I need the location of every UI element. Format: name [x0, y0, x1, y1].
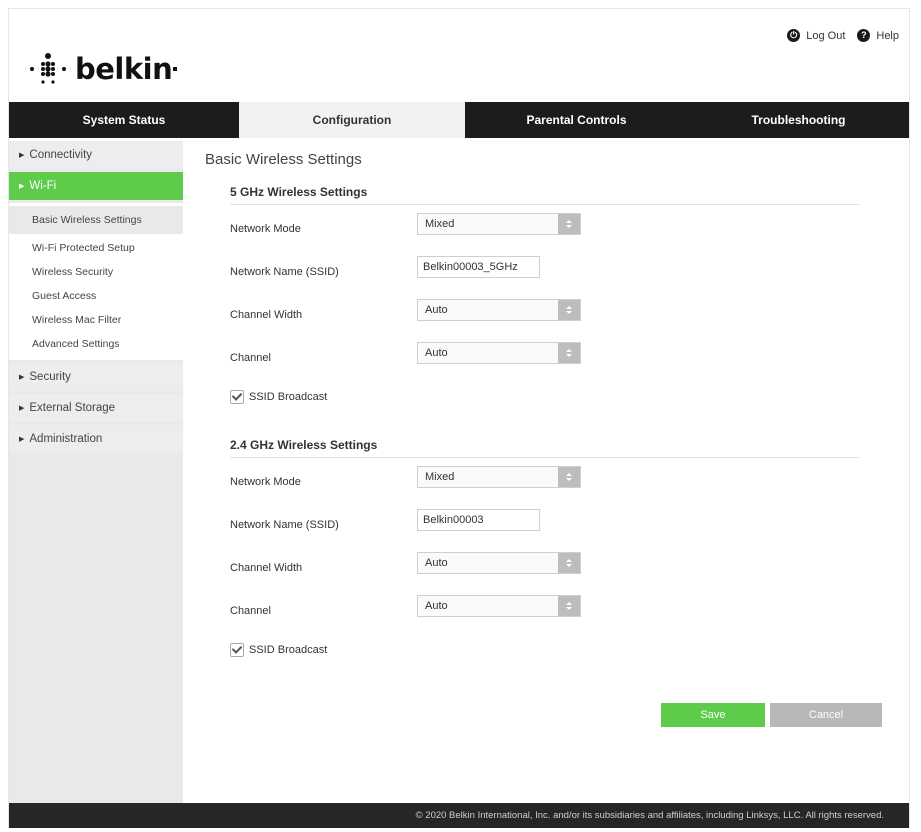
logo-dot [173, 67, 178, 71]
5ghz-ssid-input[interactable] [417, 256, 540, 278]
logout-label: Log Out [806, 29, 846, 42]
channel-width-label: Channel Width [230, 309, 303, 321]
sidebar-item-external-storage[interactable]: ▶ External Storage [9, 394, 183, 422]
sidebar-subitem-basic-wireless-settings[interactable]: Basic Wireless Settings [9, 206, 183, 234]
cancel-button[interactable]: Cancel [770, 703, 882, 727]
sidebar-item-label: Wi-Fi [29, 180, 57, 192]
select-value: Auto [425, 347, 448, 359]
router-admin-page: belkin ⏻ Log Out ? Help System Status Co… [8, 8, 910, 828]
sidebar-subitem-wireless-mac-filter[interactable]: Wireless Mac Filter [9, 308, 183, 332]
updown-arrows-icon [558, 596, 580, 616]
power-icon: ⏻ [787, 29, 801, 42]
belkin-dots-logo-icon [30, 53, 66, 84]
24ghz-channel-select[interactable]: Auto [417, 595, 581, 617]
check-row-5ghz-ssid-broadcast: SSID Broadcast [230, 382, 885, 412]
belkin-logo[interactable]: belkin [29, 47, 178, 91]
form-row-24ghz-network-mode: Network Mode Mixed [230, 463, 885, 506]
channel-label: Channel [230, 605, 271, 617]
sidebar-subitem-wireless-security[interactable]: Wireless Security [9, 260, 183, 284]
sidebar-item-label: Security [29, 371, 71, 383]
page-title: Basic Wireless Settings [205, 151, 362, 168]
triangle-right-icon: ▶ [19, 374, 25, 381]
5ghz-channel-select[interactable]: Auto [417, 342, 581, 364]
sidebar-subitem-advanced-settings[interactable]: Advanced Settings [9, 332, 183, 356]
triangle-right-icon: ▶ [19, 436, 25, 443]
network-mode-label: Network Mode [230, 476, 301, 488]
sidebar-item-administration[interactable]: ▶ Administration [9, 425, 183, 453]
channel-label: Channel [230, 352, 271, 364]
save-button[interactable]: Save [661, 703, 765, 727]
form-row-5ghz-network-mode: Network Mode Mixed [230, 210, 885, 253]
select-value: Mixed [425, 218, 455, 230]
network-mode-label: Network Mode [230, 223, 301, 235]
main-content: Basic Wireless Settings 5 GHz Wireless S… [205, 141, 885, 665]
form-row-5ghz-channel: Channel Auto [230, 339, 885, 382]
tab-configuration[interactable]: Configuration [239, 102, 465, 138]
sidebar-item-label: Administration [29, 433, 103, 445]
form-row-24ghz-ssid: Network Name (SSID) [230, 506, 885, 549]
top-links: ⏻ Log Out ? Help [775, 29, 899, 42]
channel-width-label: Channel Width [230, 562, 303, 574]
select-value: Auto [425, 600, 448, 612]
triangle-right-icon: ▶ [19, 183, 25, 190]
tab-parental-controls[interactable]: Parental Controls [465, 102, 688, 138]
sidebar-item-label: Connectivity [29, 149, 93, 161]
select-value: Auto [425, 304, 448, 316]
updown-arrows-icon [558, 553, 580, 573]
sidebar: ▶ Connectivity ▶ Wi-Fi Basic Wireless Se… [9, 141, 183, 803]
form-row-5ghz-ssid: Network Name (SSID) [230, 253, 885, 296]
5ghz-channel-width-select[interactable]: Auto [417, 299, 581, 321]
sidebar-subitem-guest-access[interactable]: Guest Access [9, 284, 183, 308]
5ghz-ssid-broadcast-checkbox[interactable] [230, 390, 244, 404]
wifi-submenu: Basic Wireless Settings Wi-Fi Protected … [9, 203, 183, 360]
sidebar-item-security[interactable]: ▶ Security [9, 363, 183, 391]
help-label: Help [876, 29, 899, 42]
form-row-24ghz-channel-width: Channel Width Auto [230, 549, 885, 592]
section-title-5ghz: 5 GHz Wireless Settings [230, 185, 860, 205]
24ghz-ssid-input[interactable] [417, 509, 540, 531]
sidebar-subitem-wifi-protected-setup[interactable]: Wi-Fi Protected Setup [9, 236, 183, 260]
sidebar-item-label: External Storage [29, 402, 116, 414]
form-buttons: Save Cancel [661, 703, 882, 727]
triangle-right-icon: ▶ [19, 152, 25, 159]
sidebar-item-connectivity[interactable]: ▶ Connectivity [9, 141, 183, 169]
help-link[interactable]: ? Help [857, 29, 899, 42]
updown-arrows-icon [558, 300, 580, 320]
24ghz-channel-width-select[interactable]: Auto [417, 552, 581, 574]
ssid-label: Network Name (SSID) [230, 266, 339, 278]
copyright-text: © 2020 Belkin International, Inc. and/or… [415, 810, 884, 821]
sidebar-item-wifi[interactable]: ▶ Wi-Fi [9, 172, 183, 200]
updown-arrows-icon [558, 214, 580, 234]
brand-name: belkin [75, 52, 173, 86]
check-row-24ghz-ssid-broadcast: SSID Broadcast [230, 635, 885, 665]
ssid-label: Network Name (SSID) [230, 519, 339, 531]
triangle-right-icon: ▶ [19, 405, 25, 412]
form-row-5ghz-channel-width: Channel Width Auto [230, 296, 885, 339]
question-icon: ? [857, 29, 871, 42]
select-value: Mixed [425, 471, 455, 483]
main-nav: System Status Configuration Parental Con… [9, 102, 909, 138]
select-value: Auto [425, 557, 448, 569]
5ghz-network-mode-select[interactable]: Mixed [417, 213, 581, 235]
24ghz-ssid-broadcast-checkbox[interactable] [230, 643, 244, 657]
updown-arrows-icon [558, 467, 580, 487]
tab-system-status[interactable]: System Status [9, 102, 239, 138]
tab-troubleshooting[interactable]: Troubleshooting [688, 102, 909, 138]
footer: © 2020 Belkin International, Inc. and/or… [9, 803, 909, 828]
logout-link[interactable]: ⏻ Log Out [787, 29, 845, 42]
updown-arrows-icon [558, 343, 580, 363]
24ghz-network-mode-select[interactable]: Mixed [417, 466, 581, 488]
section-title-24ghz: 2.4 GHz Wireless Settings [230, 438, 860, 458]
form-row-24ghz-channel: Channel Auto [230, 592, 885, 635]
ssid-broadcast-label: SSID Broadcast [249, 644, 328, 656]
ssid-broadcast-label: SSID Broadcast [249, 391, 328, 403]
